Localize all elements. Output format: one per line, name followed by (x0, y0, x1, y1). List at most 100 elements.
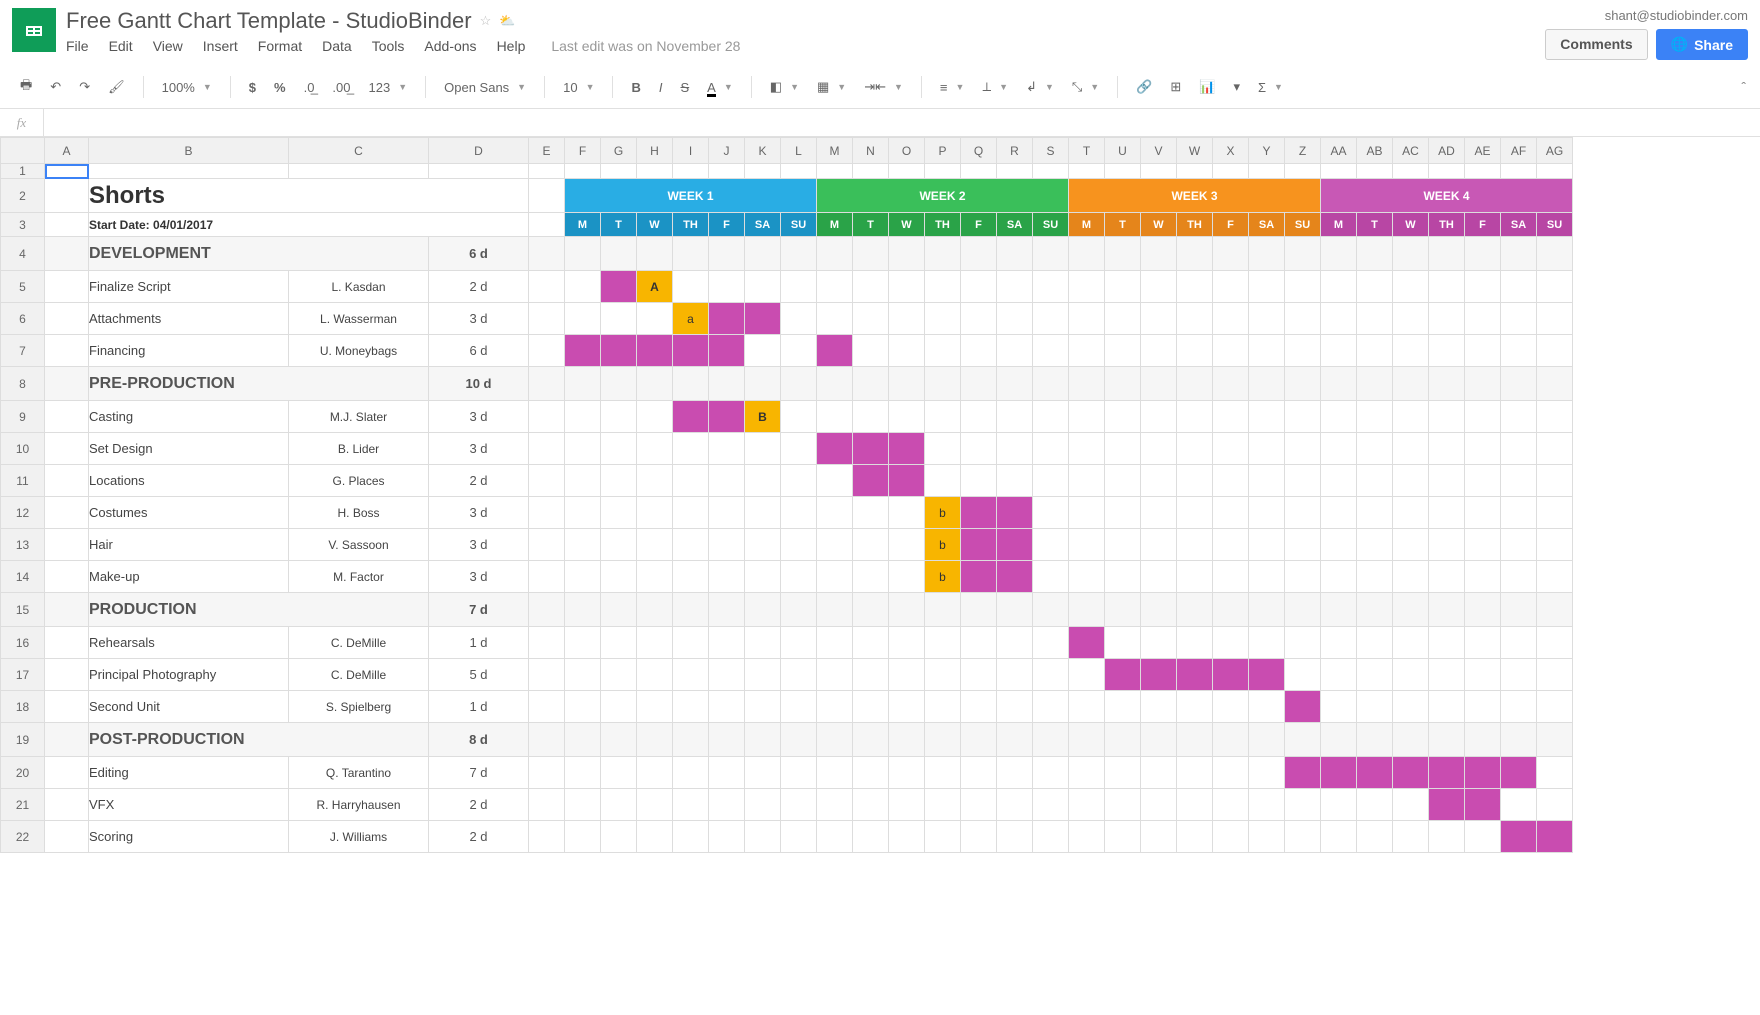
cell[interactable] (45, 179, 89, 213)
cell[interactable] (1537, 271, 1573, 303)
cell[interactable] (1177, 335, 1213, 367)
cell[interactable] (1033, 164, 1069, 179)
cell[interactable] (45, 821, 89, 853)
cell[interactable] (673, 627, 709, 659)
cell[interactable] (1537, 659, 1573, 691)
cell[interactable] (817, 164, 853, 179)
cell[interactable] (529, 335, 565, 367)
gantt-bar-cell[interactable] (1393, 723, 1429, 757)
cell[interactable] (961, 271, 997, 303)
cell[interactable] (601, 303, 637, 335)
cell[interactable] (673, 529, 709, 561)
cell[interactable] (961, 789, 997, 821)
cell[interactable] (45, 593, 89, 627)
cell[interactable] (1069, 821, 1105, 853)
cell[interactable] (1285, 529, 1321, 561)
cell[interactable] (1069, 789, 1105, 821)
task-owner[interactable]: M.J. Slater (289, 401, 429, 433)
cell[interactable] (1285, 433, 1321, 465)
gantt-bar-cell[interactable] (565, 335, 601, 367)
cell[interactable] (1357, 529, 1393, 561)
cell[interactable] (853, 821, 889, 853)
decrease-decimal-icon[interactable]: .0̲ (298, 76, 321, 99)
cell[interactable] (1141, 691, 1177, 723)
cell[interactable] (925, 659, 961, 691)
cell[interactable] (1141, 433, 1177, 465)
duration[interactable]: 3 d (429, 561, 529, 593)
cell[interactable] (781, 723, 817, 757)
cell[interactable] (781, 691, 817, 723)
col-header[interactable]: AA (1321, 138, 1357, 164)
cell[interactable] (1249, 237, 1285, 271)
insert-chart-icon[interactable]: 📊 (1193, 75, 1221, 99)
cell[interactable] (673, 465, 709, 497)
cell[interactable] (565, 529, 601, 561)
gantt-bar-cell[interactable] (1141, 659, 1177, 691)
task-name[interactable]: Rehearsals (89, 627, 289, 659)
cell[interactable] (817, 821, 853, 853)
task-name[interactable]: Second Unit (89, 691, 289, 723)
cell[interactable] (1069, 303, 1105, 335)
h-align-icon[interactable]: ≡▼ (934, 76, 971, 99)
cell[interactable] (1465, 401, 1501, 433)
col-header[interactable]: Q (961, 138, 997, 164)
gantt-bar-cell[interactable] (673, 237, 709, 271)
cell[interactable] (529, 367, 565, 401)
gantt-bar-cell[interactable] (889, 433, 925, 465)
task-name[interactable]: VFX (89, 789, 289, 821)
col-header[interactable]: J (709, 138, 745, 164)
row-header[interactable]: 4 (1, 237, 45, 271)
cell[interactable] (1213, 757, 1249, 789)
sheet-title[interactable]: Shorts (89, 179, 529, 213)
cell[interactable] (1537, 433, 1573, 465)
cell[interactable] (1465, 497, 1501, 529)
cell[interactable] (529, 561, 565, 593)
gantt-bar-cell[interactable] (1537, 821, 1573, 853)
cell[interactable] (1357, 821, 1393, 853)
gantt-bar-cell[interactable] (1465, 789, 1501, 821)
duration[interactable]: 3 d (429, 433, 529, 465)
task-name[interactable]: Casting (89, 401, 289, 433)
cell[interactable] (529, 401, 565, 433)
cell[interactable] (889, 593, 925, 627)
cell[interactable] (1069, 433, 1105, 465)
cell[interactable] (45, 497, 89, 529)
cell[interactable] (709, 433, 745, 465)
gantt-bar-cell[interactable]: B (745, 401, 781, 433)
day-header[interactable]: W (889, 213, 925, 237)
gantt-bar-cell[interactable] (745, 367, 781, 401)
cell[interactable] (1213, 723, 1249, 757)
cell[interactable] (637, 723, 673, 757)
cell[interactable] (997, 271, 1033, 303)
cell[interactable] (1357, 303, 1393, 335)
cell[interactable] (637, 691, 673, 723)
cell[interactable] (1537, 757, 1573, 789)
day-header[interactable]: SU (1537, 213, 1573, 237)
cell[interactable] (45, 164, 89, 179)
cell[interactable] (1141, 529, 1177, 561)
gantt-bar-cell[interactable] (1501, 821, 1537, 853)
cell[interactable] (781, 237, 817, 271)
row-header[interactable]: 17 (1, 659, 45, 691)
cell[interactable] (1501, 789, 1537, 821)
cell[interactable] (1357, 627, 1393, 659)
cell[interactable] (529, 659, 565, 691)
cell[interactable] (925, 271, 961, 303)
row-header[interactable]: 15 (1, 593, 45, 627)
cell[interactable] (1177, 691, 1213, 723)
cell[interactable] (1213, 433, 1249, 465)
cell[interactable] (1141, 237, 1177, 271)
cell[interactable] (781, 789, 817, 821)
cell[interactable] (1069, 164, 1105, 179)
cell[interactable] (1105, 271, 1141, 303)
cell[interactable] (1501, 237, 1537, 271)
duration[interactable]: 2 d (429, 465, 529, 497)
cell[interactable] (1321, 561, 1357, 593)
cell[interactable] (1537, 465, 1573, 497)
cell[interactable] (429, 164, 529, 179)
cell[interactable] (1177, 237, 1213, 271)
cell[interactable] (1033, 593, 1069, 627)
cell[interactable] (1393, 433, 1429, 465)
cell[interactable] (1105, 561, 1141, 593)
duration[interactable]: 7 d (429, 593, 529, 627)
